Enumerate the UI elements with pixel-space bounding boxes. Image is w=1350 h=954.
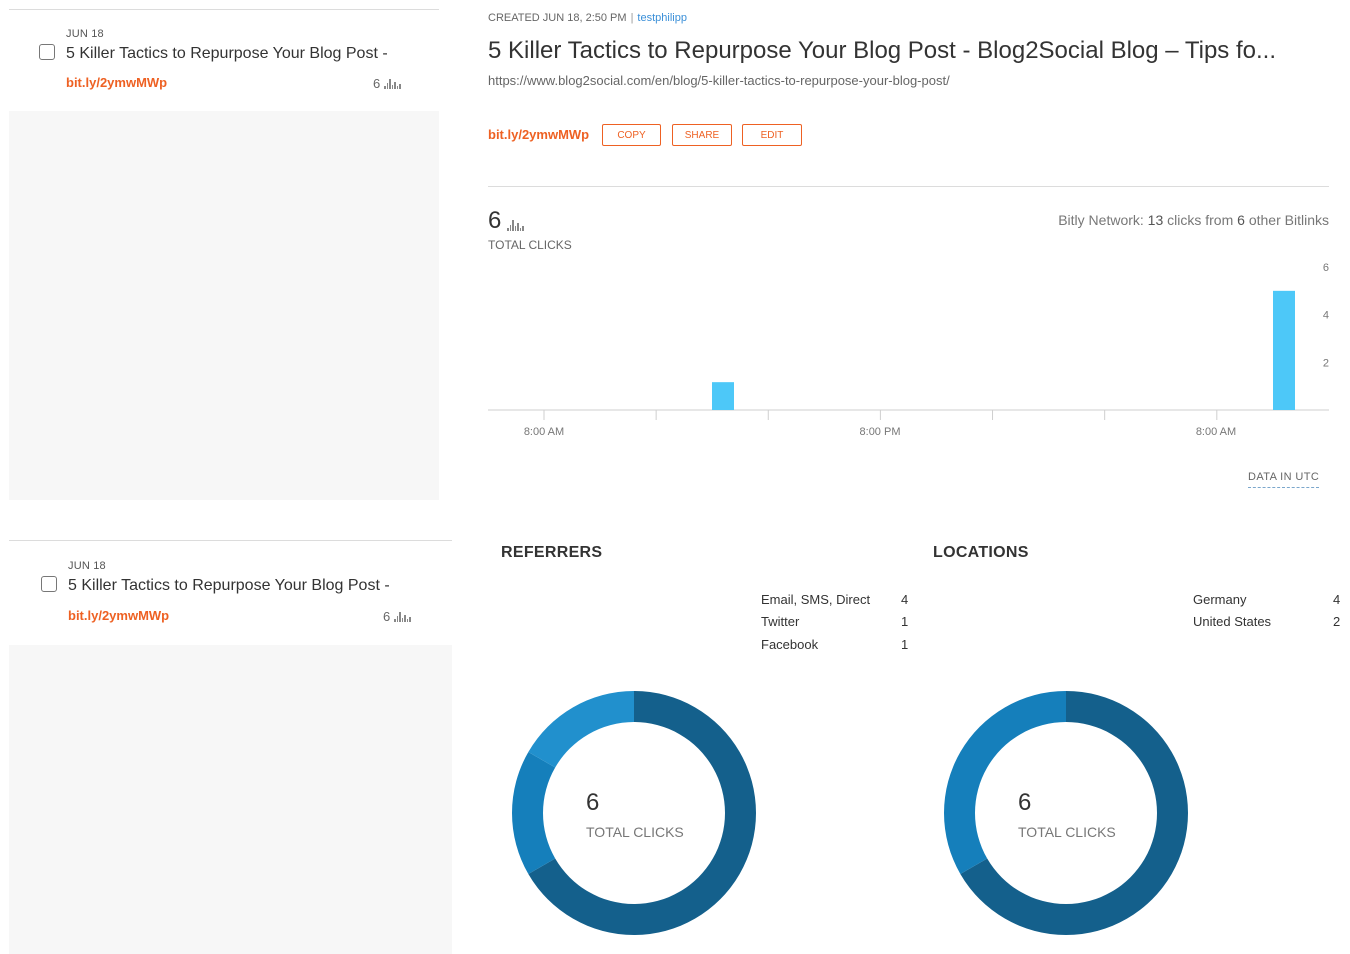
referrer-name: Facebook — [761, 637, 819, 652]
card-checkbox[interactable] — [41, 576, 57, 592]
card-divider — [9, 9, 439, 10]
network-suffix: other Bitlinks — [1248, 212, 1329, 228]
chart-bar[interactable] — [1273, 290, 1295, 410]
card-click-count: 6 — [373, 76, 401, 91]
locations-title: LOCATIONS — [933, 544, 1029, 561]
card-short-link[interactable]: bit.ly/2ymwMWp — [66, 75, 167, 90]
card-date: JUN 18 — [66, 28, 104, 40]
location-name: United States — [1193, 614, 1272, 629]
bar-chart-icon — [394, 611, 411, 622]
x-tick-label: 8:00 PM — [860, 426, 901, 438]
bitly-network-info[interactable]: Bitly Network: 13 clicks from 6 other Bi… — [1058, 212, 1329, 228]
location-value: 2 — [1333, 614, 1341, 629]
created-info: CREATED JUN 18, 2:50 PM | testphilipp — [488, 12, 687, 24]
referrer-name: Email, SMS, Direct — [761, 592, 871, 607]
x-tick-label: 8:00 AM — [1196, 426, 1236, 438]
referrers-total-label: TOTAL CLICKS — [586, 824, 684, 840]
separator: | — [630, 12, 634, 24]
card-preview-panel — [9, 645, 452, 954]
chart-bar[interactable] — [712, 382, 734, 410]
y-tick-label: 2 — [1323, 357, 1329, 369]
donut-slice[interactable] — [944, 691, 1066, 874]
copy-button[interactable]: COPY — [602, 124, 661, 146]
referrer-value: 4 — [901, 592, 909, 607]
data-in-utc-toggle[interactable]: DATA IN UTC — [1248, 471, 1320, 488]
card-short-link[interactable]: bit.ly/2ymwMWp — [68, 608, 169, 623]
card-title[interactable]: 5 Killer Tactics to Repurpose Your Blog … — [68, 577, 390, 595]
network-mid: clicks from — [1167, 212, 1234, 228]
locations-donut-chart — [944, 691, 1188, 935]
bar-chart-icon — [507, 219, 524, 231]
created-date: CREATED JUN 18, 2:50 PM — [488, 12, 627, 24]
edit-button[interactable]: EDIT — [742, 124, 802, 146]
locations-total-label: TOTAL CLICKS — [1018, 824, 1116, 840]
y-tick-label: 4 — [1323, 310, 1329, 322]
card-title[interactable]: 5 Killer Tactics to Repurpose Your Blog … — [66, 45, 388, 63]
y-tick-label: 6 — [1323, 262, 1329, 274]
donut-slice[interactable] — [528, 691, 634, 768]
card-date: JUN 18 — [68, 560, 106, 572]
network-clicks: 13 — [1147, 212, 1164, 228]
referrers-title: REFERRERS — [501, 544, 603, 561]
referrer-value: 1 — [901, 614, 909, 629]
card-click-count: 6 — [383, 609, 411, 624]
total-clicks-value: 6 — [488, 207, 502, 234]
network-count: 6 — [1237, 212, 1245, 228]
card-click-count-value: 6 — [373, 76, 381, 91]
donut-slice[interactable] — [512, 752, 556, 874]
short-link[interactable]: bit.ly/2ymwMWp — [488, 127, 589, 142]
referrer-value: 1 — [901, 637, 909, 652]
clicks-bar-chart: 8:00 AM 8:00 PM 8:00 AM 2 4 6 — [488, 262, 1329, 438]
locations-total: 6 — [1018, 789, 1032, 816]
page-title: 5 Killer Tactics to Repurpose Your Blog … — [488, 37, 1276, 64]
card-preview-panel — [9, 111, 439, 500]
x-tick-label: 8:00 AM — [524, 426, 564, 438]
referrer-name: Twitter — [761, 614, 800, 629]
creator-link[interactable]: testphilipp — [637, 12, 687, 24]
share-button[interactable]: SHARE — [672, 124, 732, 146]
card-checkbox[interactable] — [39, 44, 55, 60]
total-clicks: 6 — [488, 207, 524, 235]
referrers-total: 6 — [586, 789, 600, 816]
card-click-count-value: 6 — [383, 609, 391, 624]
long-url[interactable]: https://www.blog2social.com/en/blog/5-ki… — [488, 73, 950, 88]
network-prefix: Bitly Network: — [1058, 212, 1144, 228]
location-value: 4 — [1333, 592, 1341, 607]
location-name: Germany — [1193, 592, 1247, 607]
card-divider — [9, 540, 452, 541]
section-divider — [488, 186, 1329, 187]
bar-chart-icon — [384, 78, 401, 89]
referrers-donut-chart — [512, 691, 756, 935]
